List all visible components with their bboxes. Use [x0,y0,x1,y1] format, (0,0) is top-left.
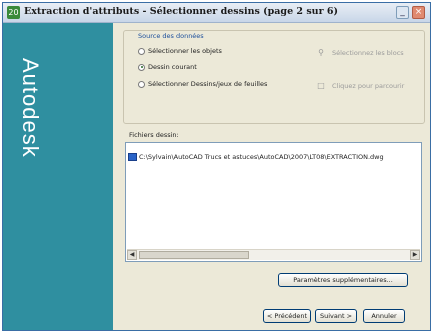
select-blocks-label: Sélectionnez les blocs [332,49,404,57]
list-item[interactable]: C:\Sylvain\AutoCAD Trucs et astuces\Auto… [128,152,421,162]
close-button[interactable]: × [412,6,425,19]
previous-button[interactable]: < Précédent [263,309,311,323]
browse-label: Cliquez pour parcourir [332,82,405,90]
select-blocks-action: ⚲ Sélectionnez les blocs [316,48,404,58]
radio-current-drawing[interactable]: Dessin courant [138,63,197,71]
drawing-files-label: Fichiers dessin: [129,131,179,139]
autodesk-logo: Autodesk [18,58,43,158]
radio-select-objects-label: Sélectionner les objets [148,47,222,55]
dialog-window: 20 Extraction d'attributs - Sélectionner… [2,2,431,331]
data-source-group: Source des données Sélectionner les obje… [123,30,425,124]
radio-select-drawings[interactable]: Sélectionner Dessins/jeux de feuilles [138,80,267,88]
next-button[interactable]: Suivant > [315,309,357,323]
radio-select-drawings-label: Sélectionner Dessins/jeux de feuilles [148,80,268,88]
brand-sidebar: Autodesk [3,23,113,330]
radio-select-objects[interactable]: Sélectionner les objets [138,47,222,55]
window-title: Extraction d'attributs - Sélectionner de… [24,6,339,17]
magnifier-icon: ⚲ [318,48,324,57]
radio-selected-icon[interactable] [138,63,145,71]
data-source-label: Source des données [136,32,206,40]
additional-settings-button[interactable]: Paramètres supplémentaires... [278,273,408,287]
radio-circle-icon[interactable] [138,47,145,55]
file-path: C:\Sylvain\AutoCAD Trucs et astuces\Auto… [139,153,384,161]
app-icon: 20 [7,6,20,19]
radio-circle-icon[interactable] [138,80,145,88]
scroll-thumb[interactable] [139,251,249,259]
radio-current-drawing-label: Dessin courant [148,63,197,71]
title-bar[interactable]: 20 Extraction d'attributs - Sélectionner… [3,3,430,23]
cancel-button[interactable]: Annuler [363,309,405,323]
drawing-files-list[interactable]: C:\Sylvain\AutoCAD Trucs et astuces\Auto… [125,142,422,262]
folder-icon: □ [317,81,325,90]
browse-action: □ Cliquez pour parcourir [316,81,404,91]
minimize-button[interactable]: _ [396,6,409,19]
scroll-left-icon[interactable]: ◀ [127,250,137,260]
scroll-right-icon[interactable]: ▶ [410,250,420,260]
wizard-content: Source des données Sélectionner les obje… [115,23,430,330]
horizontal-scrollbar[interactable]: ◀ ▶ [127,249,420,260]
drawing-file-icon [128,153,137,161]
